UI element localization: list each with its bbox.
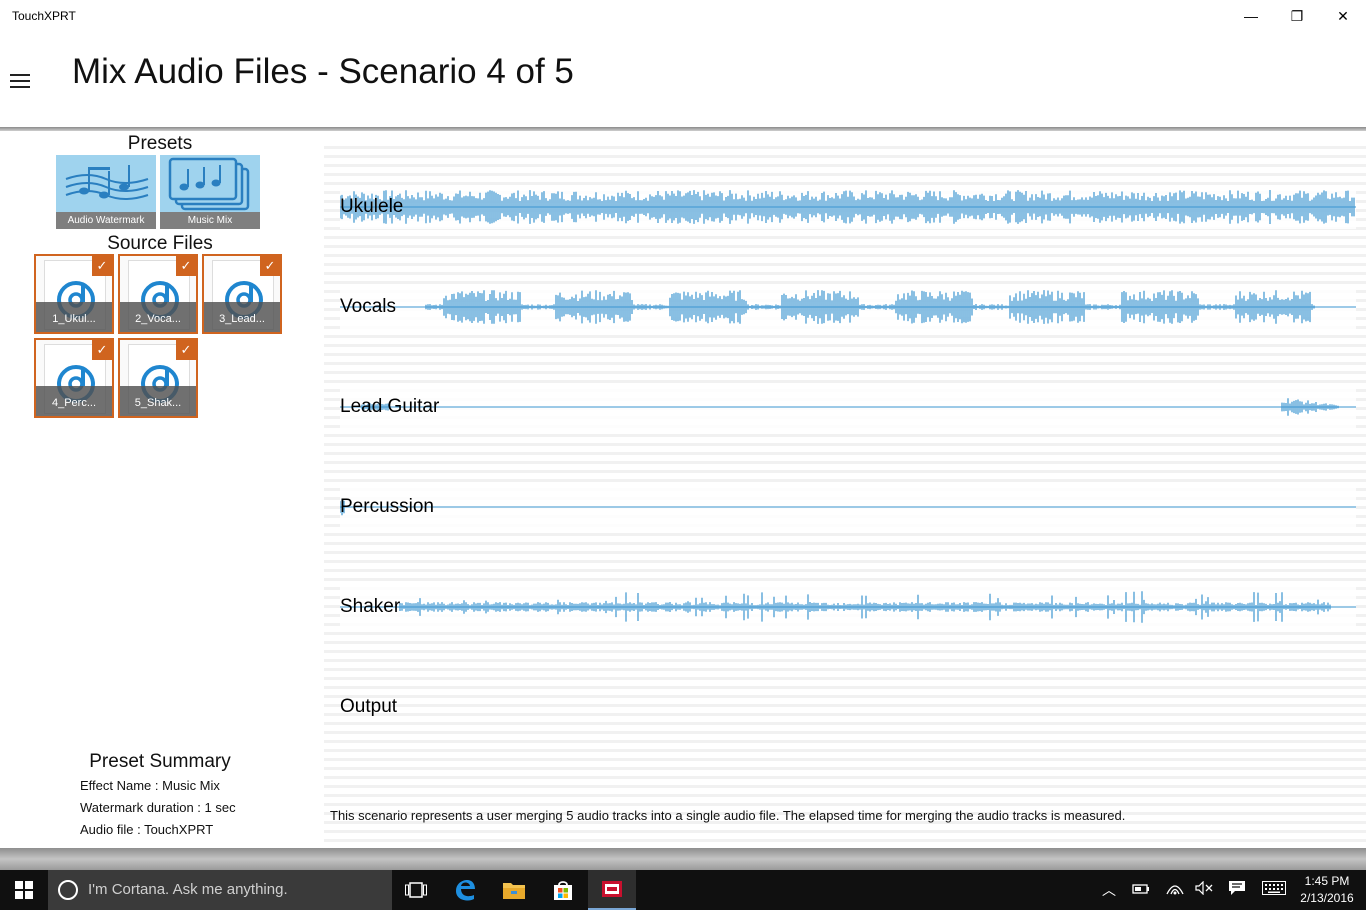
source-file-ukulele[interactable]: ✓ 1_Ukul... xyxy=(34,254,114,334)
app-title: TouchXPRT xyxy=(12,9,76,23)
minimize-button[interactable]: — xyxy=(1228,0,1274,32)
clock-date[interactable]: 2/13/2016 xyxy=(1296,891,1358,905)
waveform-lead-guitar xyxy=(340,385,1356,429)
track-label-vocals: Vocals xyxy=(340,296,396,317)
chevron-up-icon[interactable]: ︿ xyxy=(1099,880,1119,900)
track-label-lead-guitar: Lead Guitar xyxy=(340,396,440,417)
touchxprt-icon[interactable] xyxy=(588,870,636,910)
preset-summary-title: Preset Summary xyxy=(89,751,231,772)
volume-muted-icon[interactable] xyxy=(1194,880,1214,900)
source-file-lead-guitar[interactable]: ✓ 3_Lead... xyxy=(202,254,282,334)
checkmark-icon: ✓ xyxy=(92,340,112,360)
summary-watermark-duration: Watermark duration : 1 sec xyxy=(80,800,236,815)
waveform-ukulele xyxy=(340,185,1356,229)
waveform-vocals xyxy=(340,285,1356,329)
cortana-search-box[interactable]: I'm Cortana. Ask me anything. xyxy=(48,870,392,910)
hamburger-icon[interactable] xyxy=(8,68,34,94)
page-title: Mix Audio Files - Scenario 4 of 5 xyxy=(72,52,574,91)
preset-label: Audio Watermark xyxy=(56,212,156,229)
checkmark-icon: ✓ xyxy=(176,340,196,360)
bottom-band xyxy=(0,848,1366,870)
source-file-shaker[interactable]: ✓ 5_Shak... xyxy=(118,338,198,418)
summary-audio-file: Audio file : TouchXPRT xyxy=(80,822,214,837)
source-file-label: 2_Voca... xyxy=(120,302,196,332)
preset-label: Music Mix xyxy=(160,212,260,229)
waveform-percussion xyxy=(340,485,1356,529)
task-view-icon[interactable] xyxy=(392,870,440,910)
preset-music-mix[interactable]: Music Mix xyxy=(160,155,260,229)
battery-icon[interactable] xyxy=(1131,880,1151,900)
checkmark-icon: ✓ xyxy=(92,256,112,276)
keyboard-icon[interactable] xyxy=(1262,880,1286,900)
source-file-label: 5_Shak... xyxy=(120,386,196,416)
edge-icon[interactable] xyxy=(441,870,489,910)
notifications-icon[interactable] xyxy=(1227,880,1247,900)
source-file-label: 4_Perc... xyxy=(36,386,112,416)
preset-audio-watermark[interactable]: Audio Watermark xyxy=(56,155,156,229)
track-label-shaker: Shaker xyxy=(340,596,401,617)
source-files-title: Source Files xyxy=(107,233,213,254)
cortana-icon xyxy=(58,880,78,900)
taskbar: I'm Cortana. Ask me anything. ︿ 1:45 PM … xyxy=(0,870,1366,910)
clock-time[interactable]: 1:45 PM xyxy=(1296,874,1358,888)
track-label-ukulele: Ukulele xyxy=(340,196,404,217)
waveform-shaker xyxy=(340,585,1356,629)
source-file-vocals[interactable]: ✓ 2_Voca... xyxy=(118,254,198,334)
track-label-output: Output xyxy=(340,696,398,717)
music-staff-icon xyxy=(65,165,149,200)
restore-button[interactable]: ❐ xyxy=(1274,0,1320,32)
windows-start-icon[interactable] xyxy=(0,870,48,910)
presets-title: Presets xyxy=(127,133,193,154)
cortana-placeholder: I'm Cortana. Ask me anything. xyxy=(88,881,288,898)
music-notes-stack-icon xyxy=(168,157,250,211)
source-file-label: 3_Lead... xyxy=(204,302,280,332)
header-divider xyxy=(0,127,1366,131)
checkmark-icon: ✓ xyxy=(176,256,196,276)
summary-effect-name: Effect Name : Music Mix xyxy=(80,778,220,793)
source-file-percussion[interactable]: ✓ 4_Perc... xyxy=(34,338,114,418)
track-label-percussion: Percussion xyxy=(340,496,434,517)
close-button[interactable]: ✕ xyxy=(1320,0,1366,32)
scenario-description: This scenario represents a user merging … xyxy=(330,808,1126,823)
source-file-label: 1_Ukul... xyxy=(36,302,112,332)
title-bar: TouchXPRT — ❐ ✕ xyxy=(0,0,1366,32)
file-explorer-icon[interactable] xyxy=(490,870,538,910)
checkmark-icon: ✓ xyxy=(260,256,280,276)
wifi-icon[interactable] xyxy=(1165,880,1185,900)
store-icon[interactable] xyxy=(539,870,587,910)
